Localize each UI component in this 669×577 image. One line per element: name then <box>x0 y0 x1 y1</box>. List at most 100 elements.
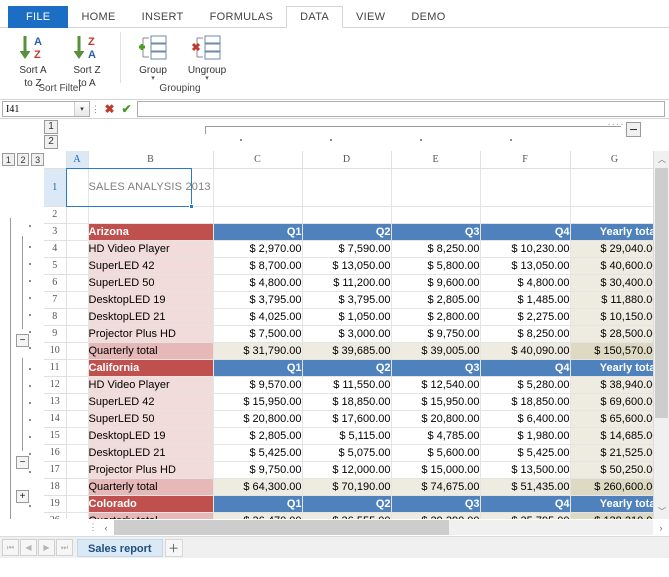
cell-C2[interactable] <box>213 206 302 223</box>
cell-G12[interactable]: $ 38,940.00 <box>570 376 659 393</box>
cell-E9[interactable]: $ 9,750.00 <box>391 325 480 342</box>
cell-E10[interactable]: $ 39,005.00 <box>391 342 480 359</box>
tab-home[interactable]: HOME <box>68 7 128 28</box>
cell-C8[interactable]: $ 4,025.00 <box>213 308 302 325</box>
cell-F17[interactable]: $ 13,500.00 <box>480 461 570 478</box>
prev-sheet-icon[interactable]: ◀ <box>20 539 37 556</box>
cell-G3[interactable]: Yearly total <box>570 223 659 240</box>
cell-D9[interactable]: $ 3,000.00 <box>302 325 391 342</box>
cell-D18[interactable]: $ 70,190.00 <box>302 478 391 495</box>
cell-D10[interactable]: $ 39,685.00 <box>302 342 391 359</box>
cell-A4[interactable] <box>66 240 88 257</box>
cell-G6[interactable]: $ 30,400.00 <box>570 274 659 291</box>
cell-G13[interactable]: $ 69,600.00 <box>570 393 659 410</box>
cell-G11[interactable]: Yearly total <box>570 359 659 376</box>
select-all-corner[interactable] <box>44 151 66 168</box>
cell-B12[interactable]: HD Video Player <box>88 376 213 393</box>
cell-D6[interactable]: $ 11,200.00 <box>302 274 391 291</box>
cell-C1[interactable] <box>213 168 302 206</box>
cell-B5[interactable]: SuperLED 42 <box>88 257 213 274</box>
cell-C10[interactable]: $ 31,790.00 <box>213 342 302 359</box>
cell-F8[interactable]: $ 2,275.00 <box>480 308 570 325</box>
cell-E4[interactable]: $ 8,250.00 <box>391 240 480 257</box>
column-outline-level-2-button[interactable]: 2 <box>44 135 58 149</box>
cell-E19[interactable]: Q3 <box>391 495 480 512</box>
cell-E18[interactable]: $ 74,675.00 <box>391 478 480 495</box>
cell-F11[interactable]: Q4 <box>480 359 570 376</box>
cell-B11[interactable]: California <box>88 359 213 376</box>
cell-D11[interactable]: Q2 <box>302 359 391 376</box>
cell-D7[interactable]: $ 3,795.00 <box>302 291 391 308</box>
cell-C6[interactable]: $ 4,800.00 <box>213 274 302 291</box>
group-caret-icon[interactable]: ▾ <box>151 76 155 81</box>
outline-collapse-arizona-button[interactable]: − <box>16 334 29 347</box>
column-header-B[interactable]: B <box>88 151 213 168</box>
cell-C18[interactable]: $ 64,300.00 <box>213 478 302 495</box>
column-header-E[interactable]: E <box>391 151 480 168</box>
cell-D13[interactable]: $ 18,850.00 <box>302 393 391 410</box>
scroll-up-button[interactable]: ︿ <box>654 151 669 167</box>
scroll-right-button[interactable]: › <box>653 520 669 535</box>
column-header-F[interactable]: F <box>480 151 570 168</box>
tab-file[interactable]: FILE <box>8 6 68 28</box>
cell-B17[interactable]: Projector Plus HD <box>88 461 213 478</box>
row-header-2[interactable]: 2 <box>44 206 66 223</box>
row-header-12[interactable]: 12 <box>44 376 66 393</box>
cell-B13[interactable]: SuperLED 42 <box>88 393 213 410</box>
row-header-7[interactable]: 7 <box>44 291 66 308</box>
cell-G1[interactable] <box>570 168 659 206</box>
sort-a-to-z-button[interactable]: A Z Sort A to Z <box>6 31 60 89</box>
outline-expand-colorado-button[interactable]: + <box>16 490 29 503</box>
formula-bar-handle-icon[interactable]: ⋮ <box>91 105 100 114</box>
cell-B18[interactable]: Quarterly total <box>88 478 213 495</box>
cell-B6[interactable]: SuperLED 50 <box>88 274 213 291</box>
cell-D12[interactable]: $ 11,550.00 <box>302 376 391 393</box>
cell-C14[interactable]: $ 20,800.00 <box>213 410 302 427</box>
cell-F1[interactable] <box>480 168 570 206</box>
row-header-16[interactable]: 16 <box>44 444 66 461</box>
cell-B3[interactable]: Arizona <box>88 223 213 240</box>
cell-A8[interactable] <box>66 308 88 325</box>
cell-G10[interactable]: $ 150,570.00 <box>570 342 659 359</box>
cell-G7[interactable]: $ 11,880.00 <box>570 291 659 308</box>
cell-D1[interactable] <box>302 168 391 206</box>
cell-E7[interactable]: $ 2,805.00 <box>391 291 480 308</box>
row-header-19[interactable]: 19 <box>44 495 66 512</box>
cell-A26[interactable] <box>66 512 88 519</box>
cell-A9[interactable] <box>66 325 88 342</box>
cell-E17[interactable]: $ 15,000.00 <box>391 461 480 478</box>
column-header-A[interactable]: A <box>66 151 88 168</box>
cell-A13[interactable] <box>66 393 88 410</box>
cell-F4[interactable]: $ 10,230.00 <box>480 240 570 257</box>
cell-D3[interactable]: Q2 <box>302 223 391 240</box>
cell-D16[interactable]: $ 5,075.00 <box>302 444 391 461</box>
cell-F26[interactable]: $ 35,795.00 <box>480 512 570 519</box>
cell-D15[interactable]: $ 5,115.00 <box>302 427 391 444</box>
cell-A11[interactable] <box>66 359 88 376</box>
cell-B19[interactable]: Colorado <box>88 495 213 512</box>
cell-D2[interactable] <box>302 206 391 223</box>
row-outline-level-2-button[interactable]: 2 <box>17 153 30 166</box>
cell-B15[interactable]: DesktopLED 19 <box>88 427 213 444</box>
cell-F9[interactable]: $ 8,250.00 <box>480 325 570 342</box>
cell-B7[interactable]: DesktopLED 19 <box>88 291 213 308</box>
horizontal-scroll-thumb[interactable] <box>114 520 449 535</box>
cell-A1[interactable] <box>66 168 88 206</box>
column-outline-level-1-button[interactable]: 1 <box>44 120 58 134</box>
cell-F10[interactable]: $ 40,090.00 <box>480 342 570 359</box>
cell-D17[interactable]: $ 12,000.00 <box>302 461 391 478</box>
cell-G9[interactable]: $ 28,500.00 <box>570 325 659 342</box>
cell-F5[interactable]: $ 13,050.00 <box>480 257 570 274</box>
column-header-C[interactable]: C <box>213 151 302 168</box>
cell-C19[interactable]: Q1 <box>213 495 302 512</box>
row-header-3[interactable]: 3 <box>44 223 66 240</box>
cell-A5[interactable] <box>66 257 88 274</box>
cell-A12[interactable] <box>66 376 88 393</box>
row-header-8[interactable]: 8 <box>44 308 66 325</box>
cell-A6[interactable] <box>66 274 88 291</box>
cell-A18[interactable] <box>66 478 88 495</box>
cell-A19[interactable] <box>66 495 88 512</box>
cell-G4[interactable]: $ 29,040.00 <box>570 240 659 257</box>
cell-F7[interactable]: $ 1,485.00 <box>480 291 570 308</box>
tab-data[interactable]: DATA <box>286 6 343 28</box>
